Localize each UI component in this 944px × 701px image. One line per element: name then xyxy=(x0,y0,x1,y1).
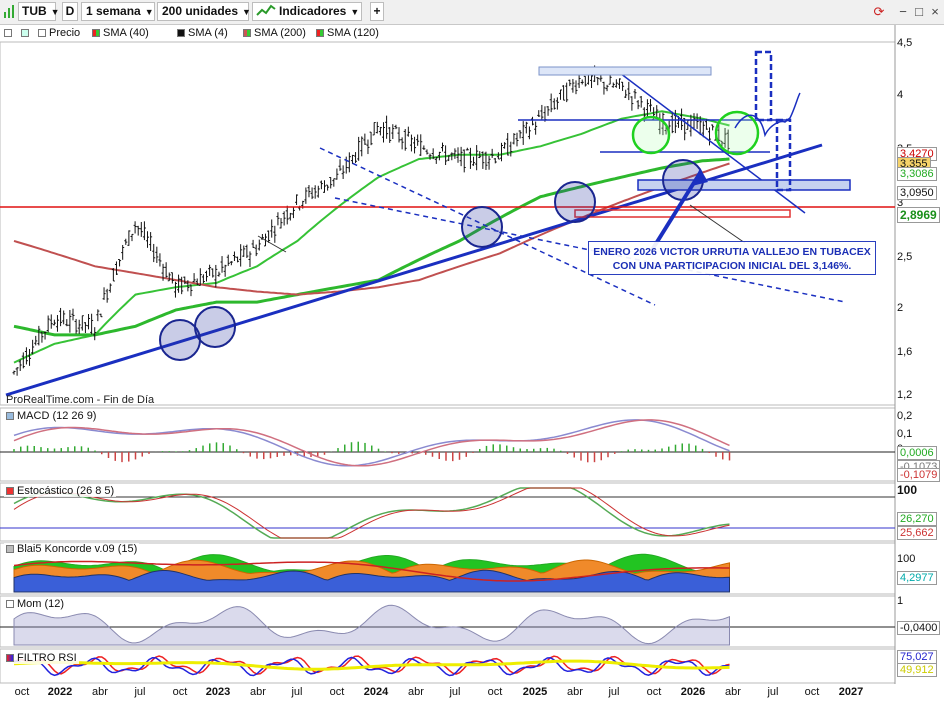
ma-line xyxy=(13,110,730,364)
highlight-circle xyxy=(631,115,671,155)
price-axis-tick: 1,6 xyxy=(897,346,913,358)
x-axis-tick: abr xyxy=(250,686,266,698)
x-axis-tick: 2022 xyxy=(47,686,73,698)
x-axis-tick: abr xyxy=(725,686,741,698)
x-axis-tick: 2026 xyxy=(680,686,706,698)
zone-box xyxy=(538,66,712,76)
panel-frame xyxy=(0,41,896,406)
koncorde-label-text: Blai5 Koncorde v.09 (15) xyxy=(17,543,138,555)
mom-label-text: Mom (12) xyxy=(17,598,65,610)
macd-axis-tick: 0,2 xyxy=(897,410,913,422)
price-axis-tick: 2,5 xyxy=(897,251,913,263)
highlight-circle xyxy=(461,206,503,248)
drawing-line xyxy=(257,235,287,253)
price-axis-tick: 4 xyxy=(897,89,904,101)
price-tag: 3,3086 xyxy=(897,167,937,181)
macd-label-text: MACD (12 26 9) xyxy=(17,410,97,422)
macd-label: MACD (12 26 9) xyxy=(4,410,99,422)
x-axis-tick: jul xyxy=(449,686,461,698)
x-axis-tick: abr xyxy=(567,686,583,698)
note-line-2: CON UNA PARTICIPACION INICIAL DEL 3,146%… xyxy=(612,260,852,272)
rsi-tag: 75,027 xyxy=(897,650,937,664)
rsi-tag: 49,912 xyxy=(897,663,937,677)
stoch-tag: 25,662 xyxy=(897,526,937,540)
koncorde-axis-tick: 100 xyxy=(897,553,916,565)
price-tag: 2,8969 xyxy=(897,207,940,223)
koncorde-label: Blai5 Koncorde v.09 (15) xyxy=(4,543,140,555)
x-axis-tick: oct xyxy=(329,686,345,698)
highlight-circle xyxy=(159,319,201,361)
x-axis-tick: jul xyxy=(291,686,303,698)
mom-tag: -0,0400 xyxy=(897,621,941,635)
stoch-k-line xyxy=(13,487,730,539)
x-axis-tick: 2027 xyxy=(838,686,864,698)
stoch-label: Estocástico (26 8 5) xyxy=(4,485,117,497)
x-axis-tick: abr xyxy=(408,686,424,698)
x-axis-tick: 2025 xyxy=(522,686,548,698)
annotation-note: ENERO 2026 VICTOR URRUTIA VALLEJO EN TUB… xyxy=(588,241,876,275)
rsi-label: FILTRO RSI xyxy=(4,652,79,664)
macd-tag: 0,0006 xyxy=(897,446,937,460)
x-axis-tick: oct xyxy=(487,686,503,698)
mom-axis-tick: 1 xyxy=(897,595,904,607)
stoch-tag: 26,270 xyxy=(897,512,937,526)
price-axis-tick: 2 xyxy=(897,302,904,314)
projection-box xyxy=(754,50,773,122)
source-label: ProRealTime.com - Fin de Día xyxy=(6,394,155,406)
stoch-d-line xyxy=(13,487,730,539)
x-axis-tick: 2024 xyxy=(363,686,389,698)
stoch-label-text: Estocástico (26 8 5) xyxy=(17,485,115,497)
mom-label: Mom (12) xyxy=(4,598,67,610)
note-line-1: ENERO 2026 VICTOR URRUTIA VALLEJO EN TUB… xyxy=(593,246,871,258)
x-axis-tick: oct xyxy=(172,686,188,698)
rsi-label-text: FILTRO RSI xyxy=(17,652,77,664)
x-axis-tick: abr xyxy=(92,686,108,698)
highlight-circle xyxy=(554,181,596,223)
panel-frame xyxy=(0,482,896,542)
x-axis-tick: oct xyxy=(804,686,820,698)
x-axis-tick: jul xyxy=(608,686,620,698)
x-axis-tick: jul xyxy=(767,686,779,698)
price-axis-tick: 1,2 xyxy=(897,389,913,401)
koncorde-tag: 4,2977 xyxy=(897,571,937,585)
macd-axis-tick: 0,1 xyxy=(897,428,913,440)
x-axis-tick: jul xyxy=(134,686,146,698)
price-axis-tick: 4,5 xyxy=(897,37,913,49)
highlight-circle xyxy=(194,306,236,348)
stoch-axis-tick: 100 xyxy=(897,483,918,497)
x-axis-tick: oct xyxy=(14,686,30,698)
macd-tag: -0,1079 xyxy=(897,468,941,482)
highlight-circle xyxy=(714,110,760,156)
price-tag: 3,0950 xyxy=(897,186,937,200)
x-axis-tick: 2023 xyxy=(205,686,231,698)
price-chart[interactable] xyxy=(0,0,944,701)
mom-line xyxy=(13,604,730,646)
x-axis-tick: oct xyxy=(646,686,662,698)
